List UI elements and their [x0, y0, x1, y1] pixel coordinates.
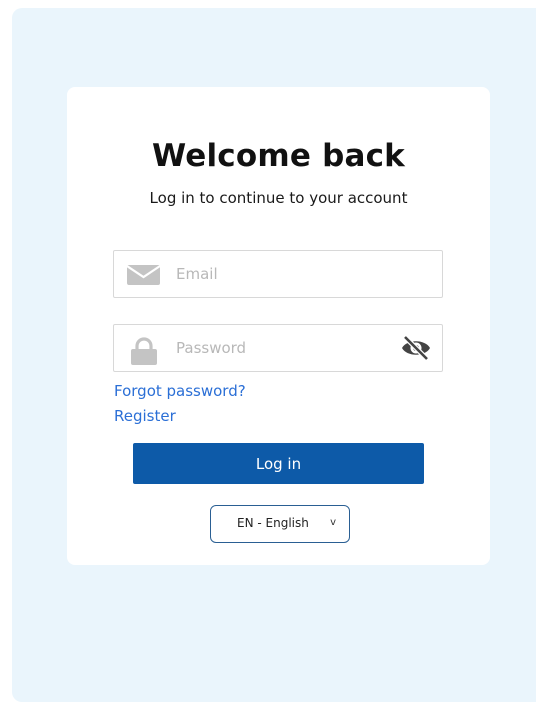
email-field[interactable] — [113, 250, 443, 298]
chevron-down-icon: v — [330, 517, 336, 528]
register-link[interactable]: Register — [114, 407, 176, 425]
login-card: Welcome back Log in to continue to your … — [67, 87, 490, 565]
lock-icon — [126, 337, 162, 365]
page-subtitle: Log in to continue to your account — [149, 189, 408, 207]
email-input[interactable] — [176, 251, 376, 297]
eye-slash-icon[interactable] — [400, 335, 432, 361]
language-select[interactable]: EN - English v — [210, 505, 350, 543]
forgot-password-link[interactable]: Forgot password? — [114, 382, 246, 400]
mail-icon — [126, 263, 162, 287]
password-field[interactable] — [113, 324, 443, 372]
page-title: Welcome back — [151, 138, 406, 174]
password-input[interactable] — [176, 325, 376, 371]
language-selected-label: EN - English — [237, 516, 309, 530]
login-button[interactable]: Log in — [133, 443, 424, 484]
